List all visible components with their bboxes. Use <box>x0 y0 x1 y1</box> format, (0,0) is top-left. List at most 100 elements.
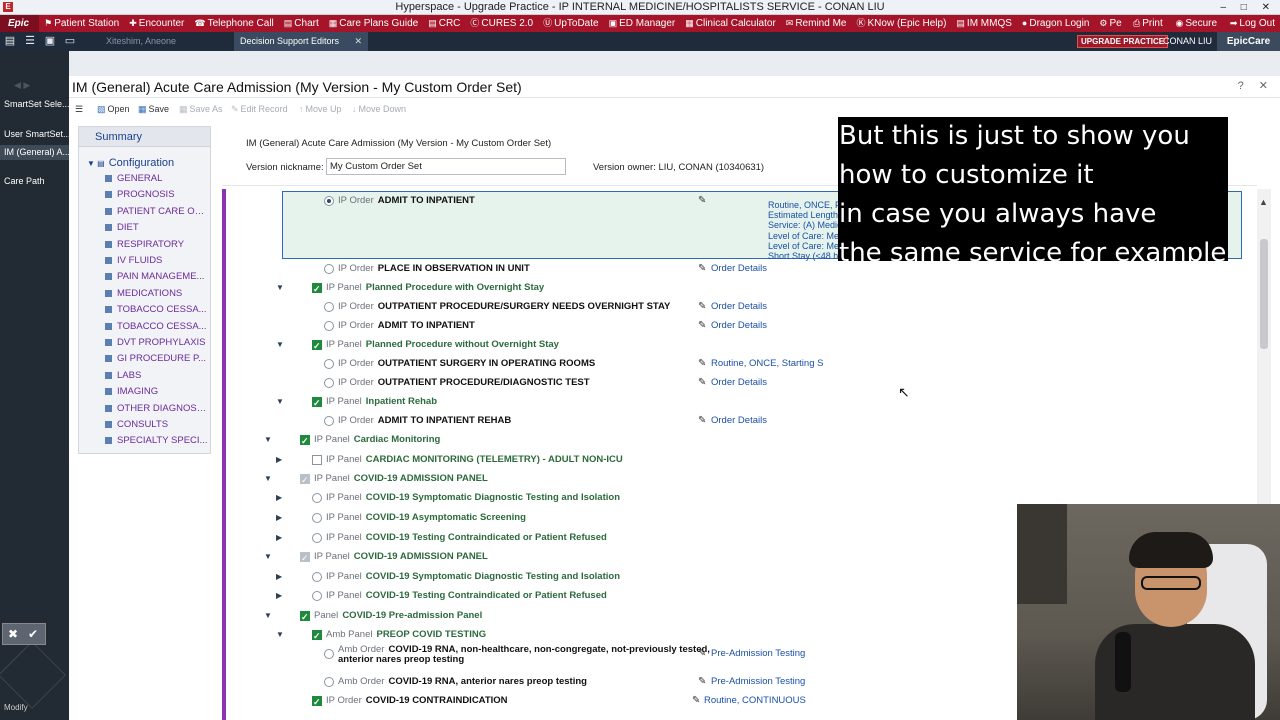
order-radio[interactable] <box>312 591 322 601</box>
epic-toolbar-item[interactable]: ▤ CRC <box>423 15 465 32</box>
order-details-link[interactable]: Order Details <box>711 260 767 278</box>
pencil-icon[interactable]: ✎ <box>698 192 706 210</box>
scroll-up-icon[interactable]: ▲ <box>1259 197 1268 207</box>
print-button[interactable]: ⎙ Print <box>1128 15 1168 32</box>
sidebar-item-care-path[interactable]: Care Path <box>0 174 69 189</box>
nav-section-item[interactable]: MEDICATIONS <box>105 286 209 302</box>
order-radio[interactable] <box>324 649 334 659</box>
order-row[interactable]: ▼ IP PanelCardiac Monitoring <box>226 431 1257 450</box>
nav-section-item[interactable]: PROGNOSIS <box>105 187 209 203</box>
chat-icon[interactable]: ▭ <box>60 32 80 51</box>
nav-section-item[interactable]: TOBACCO CESSA... <box>105 302 209 318</box>
edit-record-button[interactable]: ✎ Edit Record <box>231 99 288 119</box>
move-up-button[interactable]: ↑ Move Up <box>299 99 342 119</box>
move-down-button[interactable]: ↓ Move Down <box>352 99 406 119</box>
order-radio[interactable] <box>312 572 322 582</box>
order-row[interactable]: ▼ IP PanelCOVID-19 ADMISSION PANEL <box>226 470 1257 489</box>
order-row[interactable]: IP Order OUTPATIENT PROCEDURE/SURGERY NEE… <box>226 298 1257 316</box>
collapse-arrow-icon[interactable]: ▼ <box>276 279 284 297</box>
order-details-link[interactable]: Order Details <box>711 317 767 335</box>
pencil-icon[interactable]: ✎ <box>698 673 706 691</box>
order-radio[interactable] <box>312 533 322 543</box>
epic-toolbar-item[interactable]: ▤ IM MMQS <box>951 15 1017 32</box>
epic-toolbar-item[interactable]: ▣ ED Manager <box>604 15 681 32</box>
collapse-arrow-icon[interactable]: ▼ <box>264 548 272 566</box>
expand-arrow-icon[interactable]: ▶ <box>276 587 282 605</box>
modify-label[interactable]: Modify <box>4 703 28 712</box>
nav-section-item[interactable]: SPECIALTY SPECI... <box>105 433 209 449</box>
order-row[interactable]: IP Order OUTPATIENT SURGERY IN OPERATING … <box>226 355 1257 373</box>
order-radio[interactable] <box>324 302 334 312</box>
save-button[interactable]: ▦ Save <box>138 99 169 119</box>
order-checkbox[interactable] <box>312 455 322 465</box>
save-as-button[interactable]: ▦ Save As <box>179 99 223 119</box>
epic-toolbar-item[interactable]: Ⓒ CURES 2.0 <box>465 15 538 32</box>
collapse-arrow-icon[interactable]: ▼ <box>264 431 272 449</box>
order-row[interactable]: IP Order ADMIT TO INPATIENT REHAB ✎ Order D… <box>226 412 1257 430</box>
tab-patient[interactable]: Xiteshim, Aneone <box>102 32 232 51</box>
collapse-arrow-icon[interactable]: ▼ <box>276 393 284 411</box>
nav-section-item[interactable]: PAIN MANAGEME... <box>105 269 209 285</box>
collapse-arrow-icon[interactable]: ▼ <box>276 626 284 644</box>
open-button[interactable]: ▧ Open <box>97 99 130 119</box>
help-close-icons[interactable]: ? ✕ <box>1238 79 1274 92</box>
nav-section-item[interactable]: CONSULTS <box>105 417 209 433</box>
order-details-link[interactable]: Routine, CONTINUOUS <box>704 692 806 710</box>
epic-toolbar-item[interactable]: ▦ Care Plans Guide <box>324 15 423 32</box>
epic-toolbar-item[interactable]: ▤ Chart <box>279 15 324 32</box>
order-radio[interactable] <box>324 264 334 274</box>
order-checkbox[interactable] <box>300 432 310 450</box>
order-radio[interactable] <box>312 513 322 523</box>
logout-button[interactable]: ➡ Log Out <box>1225 15 1280 32</box>
nav-section-item[interactable]: GENERAL <box>105 171 209 187</box>
expand-arrow-icon[interactable]: ▶ <box>276 509 282 527</box>
sidebar-item-user-smartset[interactable]: User SmartSet... <box>0 127 69 142</box>
order-details-link[interactable]: Pre-Admission Testing <box>711 645 805 663</box>
inbox-icon[interactable]: ▣ <box>40 32 60 51</box>
epic-toolbar-item[interactable]: ✚ Encounter <box>124 15 189 32</box>
nav-section-item[interactable]: GI PROCEDURE P... <box>105 351 209 367</box>
nav-section-item[interactable]: RESPIRATORY <box>105 237 209 253</box>
order-row[interactable]: ▼ IP PanelPlanned Procedure with Overnigh… <box>226 279 1257 298</box>
secure-button[interactable]: ◉ Secure <box>1171 15 1223 32</box>
epic-toolbar-item[interactable]: ⚑ Patient Station <box>39 15 124 32</box>
scroll-thumb[interactable] <box>1260 239 1268 349</box>
sidebar-item-im-general[interactable]: IM (General) A... <box>0 145 69 160</box>
nav-section-item[interactable]: DVT PROPHYLAXIS <box>105 335 209 351</box>
user-name[interactable]: CONAN LIU <box>1163 32 1212 51</box>
order-row[interactable]: IP Order OUTPATIENT PROCEDURE/DIAGNOSTIC … <box>226 374 1257 392</box>
pencil-icon[interactable]: ✎ <box>698 317 706 335</box>
order-row[interactable]: ▶ IP Panel CARDIAC MONITORING (TELEMETRY) … <box>226 451 1257 469</box>
window-controls[interactable]: – □ ✕ <box>1220 0 1276 15</box>
epic-toolbar-item[interactable]: Ⓚ KNow (Epic Help) <box>851 15 951 32</box>
sidebar-item-smartset-select[interactable]: SmartSet Sele... <box>0 97 69 112</box>
order-radio[interactable] <box>324 359 334 369</box>
close-tab-icon[interactable]: ✕ <box>354 32 362 51</box>
nav-section-item[interactable]: OTHER DIAGNOST... <box>105 401 209 417</box>
order-details-link[interactable]: Order Details <box>711 412 767 430</box>
order-row[interactable]: ▼ IP PanelInpatient Rehab <box>226 393 1257 412</box>
epic-toolbar-item[interactable]: ▦ Clinical Calculator <box>680 15 781 32</box>
epic-toolbar-item[interactable]: Ⓤ UpToDate <box>538 15 603 32</box>
order-checkbox[interactable] <box>300 608 310 626</box>
configuration-heading[interactable]: ▼ ▤ Configuration <box>87 157 174 169</box>
collapse-arrow-icon[interactable]: ▼ <box>276 336 284 354</box>
pencil-icon[interactable]: ✎ <box>698 355 706 373</box>
order-radio[interactable] <box>324 416 334 426</box>
pencil-icon[interactable]: ✎ <box>692 692 700 710</box>
order-details-link[interactable]: Order Details <box>711 374 767 392</box>
order-checkbox[interactable] <box>300 549 310 567</box>
nickname-input[interactable]: My Custom Order Set <box>326 158 566 175</box>
nav-section-item[interactable]: IV FLUIDS <box>105 253 209 269</box>
order-radio[interactable] <box>324 196 334 206</box>
back-forward-icon[interactable]: ◀ ▶ <box>14 80 30 91</box>
tab-decision-support-editors[interactable]: Decision Support Editors ✕ <box>234 32 368 51</box>
order-checkbox[interactable] <box>300 471 310 489</box>
order-checkbox[interactable] <box>312 627 322 645</box>
pencil-icon[interactable]: ✎ <box>698 412 706 430</box>
order-radio[interactable] <box>312 493 322 503</box>
epic-menu-button[interactable]: Epic <box>0 15 40 32</box>
order-details-link[interactable]: Routine, ONCE, Starting S <box>711 355 823 373</box>
expand-arrow-icon[interactable]: ▶ <box>276 568 282 586</box>
calendar-icon[interactable]: ▤ <box>0 32 20 51</box>
